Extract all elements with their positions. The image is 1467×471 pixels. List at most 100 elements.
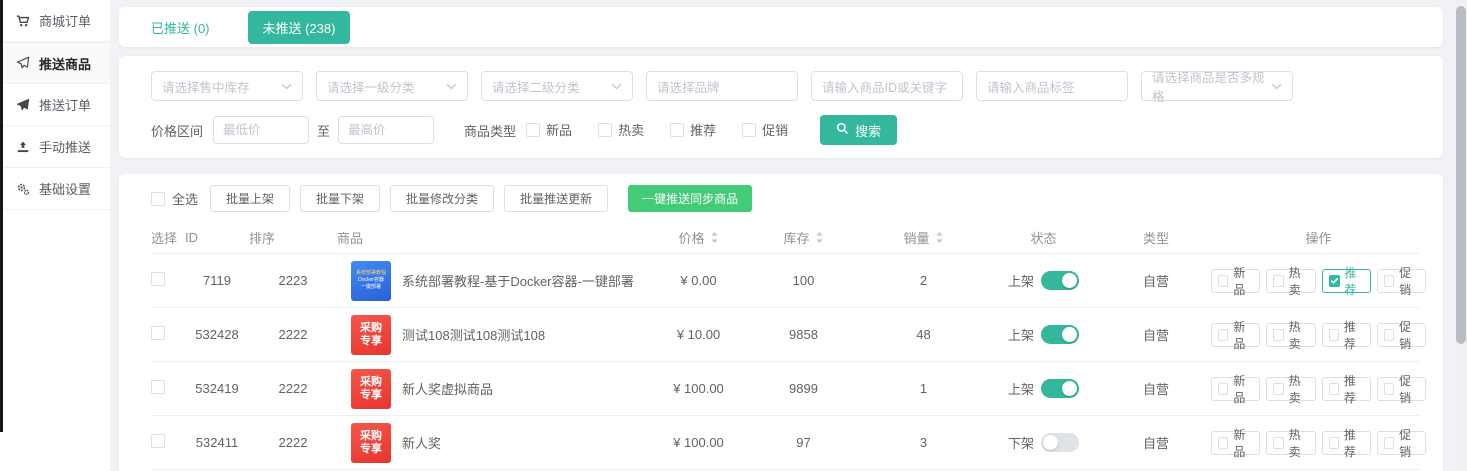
status-cell: 上架	[986, 379, 1101, 398]
status-toggle[interactable]	[1041, 379, 1079, 398]
checkbox-icon	[1329, 383, 1339, 395]
op-tag-checkbox[interactable]: 促销	[1377, 431, 1426, 455]
row-checkbox[interactable]	[151, 434, 165, 448]
row-select-cell	[151, 326, 185, 343]
table-row: 71192223系统部署教程Docker容器一键部署系统部署教程-基于Docke…	[151, 254, 1419, 308]
column-header: 状态	[986, 228, 1101, 247]
op-tag-checkbox[interactable]: 热卖	[1266, 269, 1315, 293]
op-tag-label: 促销	[1399, 372, 1419, 406]
price-cell: ¥ 10.00	[651, 327, 746, 342]
product-type-checkbox[interactable]: 推荐	[670, 120, 716, 139]
product-type-checkbox[interactable]: 热卖	[598, 120, 644, 139]
op-tag-label: 新品	[1233, 264, 1253, 298]
batch-action-button[interactable]: 批量修改分类	[390, 185, 494, 212]
tab[interactable]: 未推送 (238)	[248, 11, 351, 44]
sidebar-item[interactable]: 手动推送	[0, 126, 110, 168]
filter-input[interactable]: 请选择品牌	[646, 71, 798, 101]
product-type-checkbox[interactable]: 促销	[742, 120, 788, 139]
op-tag-label: 促销	[1399, 264, 1419, 298]
sidebar-item-label: 推送订单	[39, 95, 91, 114]
column-header[interactable]: 销量	[861, 228, 986, 247]
status-toggle[interactable]	[1041, 433, 1079, 452]
product-table-panel: 全选 批量上架批量下架批量修改分类批量推送更新 一键推送同步商品 选择ID排序商…	[119, 174, 1443, 471]
filter-select[interactable]: 请选择二级分类	[481, 71, 633, 101]
status-toggle[interactable]	[1041, 271, 1079, 290]
op-tag-checkbox[interactable]: 推荐	[1322, 323, 1371, 347]
checkbox-icon	[1273, 437, 1283, 449]
sales-cell: 2	[861, 273, 986, 288]
operations-cell: 新品热卖推荐促销	[1211, 323, 1426, 347]
op-tag-checkbox[interactable]: 新品	[1211, 323, 1260, 347]
upload-icon	[15, 140, 30, 154]
op-tag-checkbox[interactable]: 新品	[1211, 377, 1260, 401]
filter-select[interactable]: 请选择一级分类	[316, 71, 468, 101]
batch-action-button[interactable]: 批量推送更新	[504, 185, 608, 212]
filter-input[interactable]: 请输入商品标签	[976, 71, 1128, 101]
op-tag-checkbox[interactable]: 推荐	[1322, 377, 1371, 401]
checkbox-icon	[1273, 275, 1283, 287]
filter-select[interactable]: 请选择商品是否多规格	[1141, 71, 1293, 101]
op-tag-checkbox[interactable]: 热卖	[1266, 377, 1315, 401]
sidebar-item[interactable]: 基础设置	[0, 168, 110, 210]
row-id: 532411	[185, 435, 249, 450]
sort-caret-icon[interactable]	[710, 231, 719, 244]
thumbnail-text: 采购	[360, 430, 382, 443]
column-header-label: 商品	[337, 228, 363, 247]
tab[interactable]: 已推送 (0)	[151, 18, 210, 37]
chevron-down-icon	[1271, 83, 1282, 90]
checkbox-icon	[526, 123, 540, 137]
placeholder-text: 请选择商品是否多规格	[1152, 67, 1271, 105]
sidebar-item-label: 推送商品	[39, 54, 91, 73]
op-tag-checkbox[interactable]: 热卖	[1266, 323, 1315, 347]
status-label: 上架	[1008, 379, 1034, 398]
checkbox-icon	[670, 123, 684, 137]
op-tag-checkbox[interactable]: 推荐	[1322, 269, 1371, 293]
status-toggle[interactable]	[1041, 325, 1079, 344]
push-sync-all-button[interactable]: 一键推送同步商品	[628, 185, 752, 212]
sort-caret-icon[interactable]	[935, 231, 944, 244]
row-checkbox[interactable]	[151, 380, 165, 394]
search-button[interactable]: 搜索	[820, 115, 897, 145]
select-all-checkbox[interactable]: 全选	[151, 189, 198, 208]
sidebar-item[interactable]: 商城订单	[0, 0, 110, 42]
op-tag-checkbox[interactable]: 促销	[1377, 269, 1426, 293]
price-cell: ¥ 0.00	[651, 273, 746, 288]
column-header-label: 销量	[903, 228, 929, 247]
scrollbar-thumb[interactable]	[1456, 6, 1466, 344]
toggle-knob	[1043, 435, 1058, 450]
row-id: 7119	[185, 273, 249, 288]
op-tag-checkbox[interactable]: 新品	[1211, 269, 1260, 293]
row-checkbox[interactable]	[151, 326, 165, 340]
op-tag-checkbox[interactable]: 促销	[1377, 323, 1426, 347]
op-tag-label: 热卖	[1289, 264, 1309, 298]
toggle-knob	[1062, 381, 1077, 396]
batch-action-button[interactable]: 批量下架	[300, 185, 380, 212]
sidebar-item[interactable]: 推送订单	[0, 84, 110, 126]
type-option-label: 促销	[762, 120, 788, 139]
batch-action-button[interactable]: 批量上架	[210, 185, 290, 212]
op-tag-checkbox[interactable]: 热卖	[1266, 431, 1315, 455]
row-checkbox[interactable]	[151, 272, 165, 286]
sidebar-item[interactable]: 推送商品	[0, 42, 110, 84]
column-header[interactable]: 库存	[746, 228, 861, 247]
type-option-label: 推荐	[690, 120, 716, 139]
status-label: 上架	[1008, 271, 1034, 290]
sort-caret-icon[interactable]	[815, 231, 824, 244]
checkbox-icon	[1384, 437, 1394, 449]
op-tag-checkbox[interactable]: 推荐	[1322, 431, 1371, 455]
search-icon	[836, 122, 849, 138]
column-header[interactable]: 价格	[651, 228, 746, 247]
type-cell: 自营	[1101, 433, 1211, 452]
row-select-cell	[151, 380, 185, 397]
column-header-label: 库存	[783, 228, 809, 247]
op-tag-checkbox[interactable]: 新品	[1211, 431, 1260, 455]
min-price-input[interactable]	[213, 116, 309, 144]
filter-select[interactable]: 请选择售中库存	[151, 71, 303, 101]
column-header-label: ID	[185, 230, 198, 245]
filter-input[interactable]: 请输入商品ID或关键字	[811, 71, 963, 101]
product-type-checkbox[interactable]: 新品	[526, 120, 572, 139]
page-scrollbar[interactable]	[1455, 0, 1467, 471]
op-tag-checkbox[interactable]: 促销	[1377, 377, 1426, 401]
table-header: 选择ID排序商品价格库存销量状态类型操作	[151, 221, 1419, 254]
max-price-input[interactable]	[338, 116, 434, 144]
